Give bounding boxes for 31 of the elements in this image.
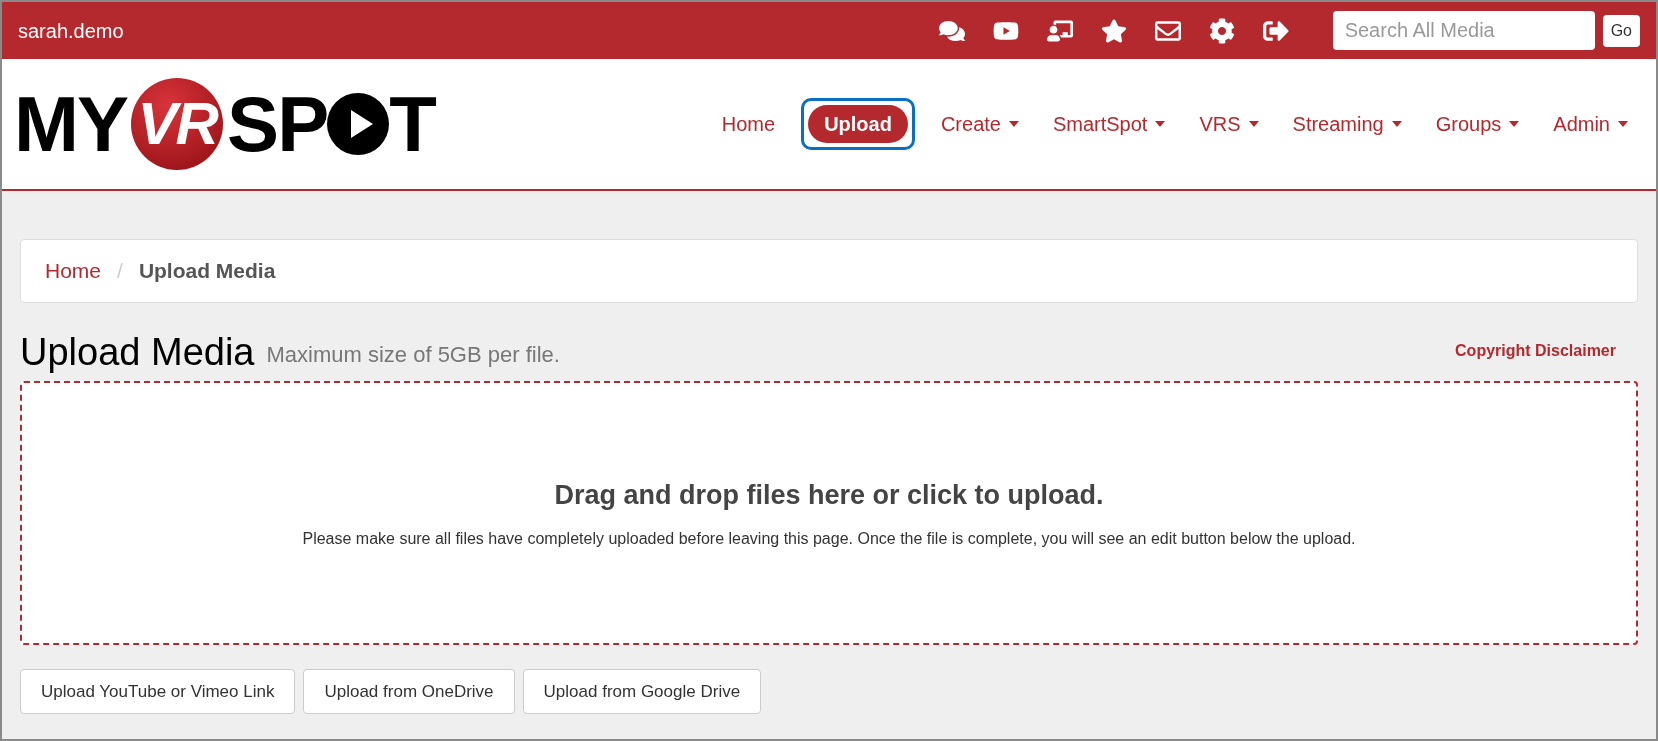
nav-link[interactable]: Home	[713, 105, 784, 143]
breadcrumb-separator: /	[117, 258, 123, 285]
go-button[interactable]: Go	[1602, 14, 1640, 47]
dropzone[interactable]: Drag and drop files here or click to upload. Please make sure all files have completely uploaded before leaving this page. Once the file is complete, you will see an edit button below the upload.	[20, 381, 1638, 645]
nav-link[interactable]: VRS	[1191, 105, 1267, 143]
search-field[interactable]: Search All Media	[1332, 11, 1595, 50]
logo-text: T	[389, 85, 435, 163]
dropzone-note: Please make sure all files have completely uploaded before leaving this page. Once the file is complete, you will see an edit button below the upload.	[302, 529, 1356, 550]
nav-link[interactable]: Admin	[1545, 105, 1636, 143]
play-icon	[327, 93, 390, 155]
nav-link[interactable]: Upload	[808, 105, 908, 143]
username[interactable]: sarah.demo	[18, 15, 124, 46]
settings-icon[interactable]	[1208, 17, 1235, 44]
breadcrumb-link[interactable]: Home	[45, 255, 102, 287]
page-title: Upload Media	[20, 333, 255, 371]
logo-text: SP	[227, 85, 328, 163]
nav-link[interactable]: SmartSpot	[1044, 105, 1174, 143]
logo[interactable]: MY VRSP T	[14, 78, 435, 170]
logo-text: MY	[14, 85, 128, 163]
star-icon[interactable]	[1100, 17, 1127, 44]
dropzone-heading: Drag and drop files here or click to upload.	[554, 478, 1104, 512]
logo-badge: VR	[131, 78, 224, 170]
upload-option-button[interactable]: Upload from OneDrive	[303, 669, 515, 714]
upload-option-button[interactable]: Upload YouTube or Vimeo Link	[20, 669, 296, 714]
disclaimer-link[interactable]: Copyright Disclaimer	[1455, 339, 1616, 363]
nav-link[interactable]: Streaming	[1284, 105, 1410, 143]
nav-link[interactable]: Groups	[1427, 105, 1528, 143]
nav-link[interactable]: Create	[932, 105, 1027, 143]
page-subtitle: Maximum size of 5GB per file.	[266, 341, 560, 369]
breadcrumb-current: Upload Media	[138, 258, 276, 285]
upload-option-button[interactable]: Upload from Google Drive	[522, 669, 762, 714]
